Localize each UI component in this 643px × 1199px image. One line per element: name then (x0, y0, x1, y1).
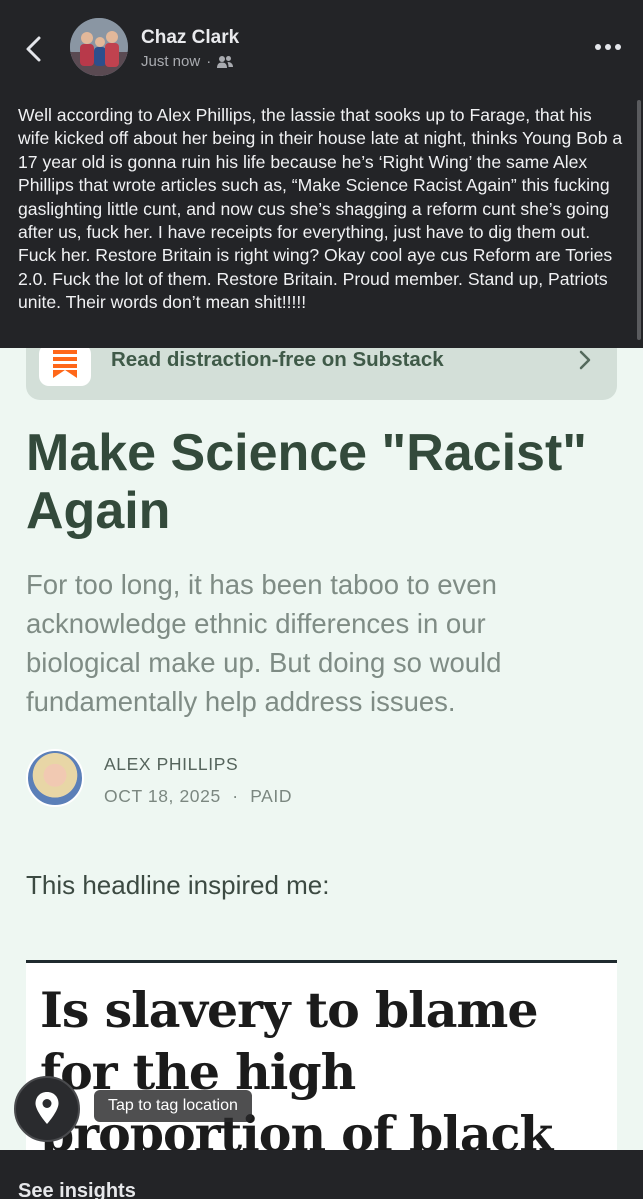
tag-location-tooltip[interactable]: Tap to tag location (94, 1090, 252, 1122)
date-separator: · (232, 786, 239, 806)
location-pin-icon (35, 1092, 59, 1124)
access-badge: PAID (250, 786, 293, 806)
scrollbar[interactable] (637, 100, 641, 340)
friends-icon[interactable] (217, 55, 234, 69)
post-text: Well according to Alex Phillips, the las… (18, 105, 623, 313)
post-meta: Just now · (141, 53, 234, 70)
substack-logo-icon (39, 344, 91, 386)
article-subtitle: For too long, it has been taboo to even … (26, 569, 502, 717)
meta-separator: · (206, 53, 212, 70)
substack-banner-label: Read distraction-free on Substack (111, 348, 444, 371)
bottom-bar: See insights (0, 1150, 643, 1199)
chevron-right-icon (579, 350, 591, 370)
tag-location-button[interactable] (14, 1076, 80, 1142)
embedded-headline-text: Is slavery to blame for the high proport… (40, 981, 553, 1150)
author-avatar[interactable] (26, 749, 84, 807)
back-arrow-icon[interactable] (20, 34, 50, 64)
more-options-icon[interactable] (593, 40, 623, 54)
post-time[interactable]: Just now (141, 53, 200, 70)
body-intro: This headline inspired me: (26, 870, 330, 900)
article-date-line: OCT 18, 2025 · PAID (104, 786, 292, 807)
post-header: Chaz Clark Just now · Well according to … (0, 0, 643, 348)
article-author[interactable]: ALEX PHILLIPS (104, 754, 238, 775)
avatar[interactable] (70, 18, 128, 76)
article-title: Make Science "Racist" Again (26, 424, 587, 540)
article-date: OCT 18, 2025 (104, 786, 221, 806)
author-name[interactable]: Chaz Clark (141, 27, 239, 49)
see-insights-link[interactable]: See insights (18, 1180, 136, 1199)
